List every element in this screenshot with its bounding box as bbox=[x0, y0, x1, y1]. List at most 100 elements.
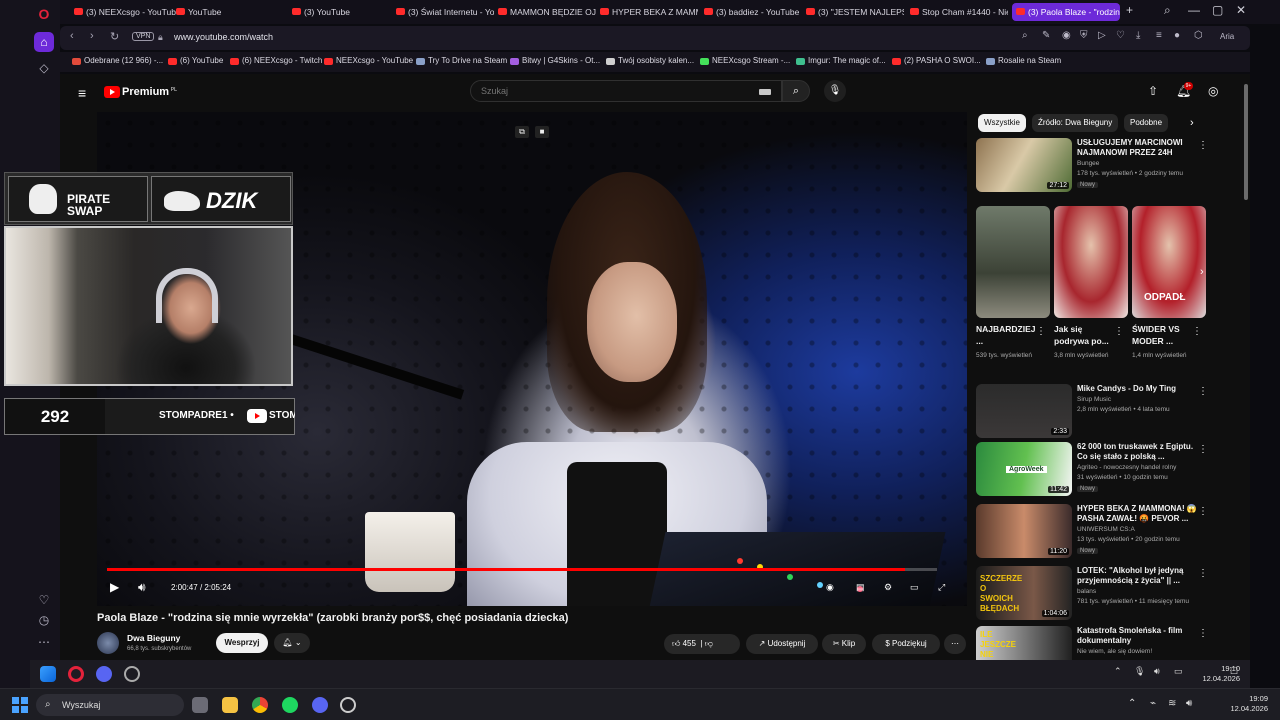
youtube-premium-logo[interactable]: Premium PL bbox=[104, 84, 177, 100]
scrollbar[interactable] bbox=[1244, 84, 1248, 200]
search-tabs-icon[interactable]: ⌕ bbox=[1164, 3, 1171, 18]
tab[interactable]: YouTube bbox=[176, 3, 276, 21]
short-thumbnail[interactable] bbox=[976, 206, 1050, 318]
speaker-icon[interactable]: 🔊︎ bbox=[1186, 698, 1192, 709]
hamburger-menu-icon[interactable]: ≡ bbox=[78, 85, 86, 101]
tray-chevron-icon[interactable]: ⌃ bbox=[1114, 666, 1122, 677]
more-vert-icon[interactable]: ⋮ bbox=[1198, 506, 1208, 517]
video-title[interactable]: USŁUGUJEMY MARCINOWI NAJMANOWI PRZEZ 24H bbox=[1077, 138, 1197, 158]
tab[interactable]: (3) baddiez - YouTube bbox=[704, 3, 802, 21]
list-item[interactable]: 2:33 Mike Candys - Do My Ting Sirup Musi… bbox=[976, 384, 1246, 440]
play-button-icon[interactable]: ▶ bbox=[110, 580, 119, 594]
minimize-icon[interactable]: — bbox=[1188, 3, 1200, 17]
file-explorer-icon[interactable] bbox=[222, 697, 238, 713]
opera-icon[interactable] bbox=[68, 666, 84, 682]
spotify-icon[interactable] bbox=[282, 697, 298, 713]
bookmark[interactable]: (6) YouTube bbox=[168, 56, 223, 65]
keyboard-icon[interactable] bbox=[759, 89, 771, 95]
profile-icon[interactable]: ● bbox=[1174, 30, 1180, 41]
history-icon[interactable]: ◷ bbox=[34, 610, 54, 630]
video-title[interactable]: LOTEK: "Alkohol był jedyną przyjemnością… bbox=[1077, 566, 1197, 586]
windows-start-icon[interactable] bbox=[12, 697, 28, 713]
chevron-right-icon[interactable]: › bbox=[1190, 117, 1194, 129]
tab-active[interactable]: (3) Paola Blaze - "rodzina bbox=[1012, 3, 1120, 21]
chrome-icon[interactable] bbox=[252, 697, 268, 713]
discord-icon[interactable] bbox=[96, 666, 112, 682]
reload-icon[interactable]: ↻ bbox=[110, 30, 119, 43]
search-button[interactable]: ⌕ bbox=[782, 80, 810, 102]
short-title[interactable]: Jak się podrywa po... bbox=[1054, 323, 1114, 347]
opera-logo-icon[interactable]: O bbox=[34, 4, 54, 24]
video-thumbnail[interactable]: 11:20 bbox=[976, 504, 1072, 558]
bookmark[interactable]: NEEXcsgo Stream -... bbox=[700, 56, 790, 65]
bookmark[interactable]: Try To Drive na Steam bbox=[416, 56, 507, 65]
bookmark[interactable]: (2) PASHA O SWOI... bbox=[892, 56, 981, 65]
search-icon[interactable]: ⌕ bbox=[1022, 30, 1028, 41]
autoplay-toggle-icon[interactable]: ◉ bbox=[826, 582, 834, 593]
speaker-icon[interactable]: 🔊︎ bbox=[1154, 666, 1160, 677]
video-thumbnail[interactable]: SZCZERZE O SWOICH BŁĘDACH 1:04:06 bbox=[976, 566, 1072, 620]
notifications-icon[interactable]: ☐ bbox=[1230, 666, 1238, 677]
chevron-right-icon[interactable]: › bbox=[1200, 266, 1204, 278]
channel-name[interactable]: Agriteo - nowoczesny handel rolny bbox=[1077, 464, 1176, 471]
upload-icon[interactable]: ⇧ bbox=[1148, 84, 1158, 98]
thanks-button[interactable]: $ Podziękuj bbox=[872, 634, 940, 654]
miniplayer-icon[interactable]: ⧉ bbox=[515, 126, 529, 138]
clock[interactable]: 19:09 12.04.2026 bbox=[1204, 694, 1268, 714]
tab[interactable]: Stop Cham #1440 - Niel bbox=[910, 3, 1008, 21]
camera-icon[interactable]: ◉ bbox=[1062, 30, 1071, 41]
share-button[interactable]: ↗ Udostępnij bbox=[746, 634, 818, 654]
heart-icon[interactable]: ♡ bbox=[34, 590, 54, 610]
chip-related[interactable]: Podobne bbox=[1124, 114, 1169, 132]
channel-name[interactable]: Dwa Bieguny bbox=[127, 633, 180, 643]
extensions-icon[interactable]: ⬡ bbox=[1194, 30, 1203, 41]
bookmark[interactable]: Odebrane (12 966) -... bbox=[72, 56, 163, 65]
windows-start-icon[interactable] bbox=[40, 666, 56, 682]
channel-name[interactable]: Nie wiem, ale się dowiem! bbox=[1077, 648, 1152, 655]
bookmark[interactable]: Bitwy | G4Skins - Ot... bbox=[510, 56, 600, 65]
bookmark[interactable]: NEEXcsgo - YouTube bbox=[324, 56, 413, 65]
tray-chevron-icon[interactable]: ⌃ bbox=[1128, 698, 1136, 709]
ai-button[interactable]: Aria bbox=[1220, 32, 1234, 41]
channel-name[interactable]: Bungee bbox=[1077, 160, 1099, 167]
edit-icon[interactable]: ✎ bbox=[1042, 30, 1050, 41]
forward-icon[interactable]: › bbox=[90, 30, 94, 42]
lock-icon[interactable]: 🔒︎ bbox=[158, 32, 163, 43]
theater-mode-icon[interactable]: ▭ bbox=[910, 582, 919, 593]
list-item[interactable]: AgroWeek 11:42 62 000 ton truskawek z Eg… bbox=[976, 442, 1246, 498]
vpn-badge[interactable]: VPN bbox=[132, 32, 155, 41]
clip-button[interactable]: ✂ Klip bbox=[822, 634, 866, 654]
url-field[interactable]: www.youtube.com/watch bbox=[174, 32, 273, 42]
shield-icon[interactable]: ⛨ bbox=[1080, 30, 1088, 41]
chip-source[interactable]: Źródło: Dwa Bieguny bbox=[1032, 114, 1119, 132]
tab[interactable]: (3) NEEXcsgo - YouTube bbox=[74, 3, 176, 21]
channel-name[interactable]: Sirup Music bbox=[1077, 396, 1111, 403]
video-title[interactable]: HYPER BEKA Z MAMMONA! 😱 PASHA ZAWAŁ! 🤬 P… bbox=[1077, 504, 1197, 524]
avatar[interactable]: ◎ bbox=[1208, 84, 1218, 98]
progress-bar[interactable] bbox=[107, 568, 937, 571]
network-icon[interactable]: ⌁ bbox=[1150, 698, 1156, 709]
search-input[interactable] bbox=[481, 86, 741, 96]
bookmark[interactable]: Rosalie na Steam bbox=[986, 56, 1061, 65]
more-vert-icon[interactable]: ⋮ bbox=[1192, 326, 1202, 337]
speed-dial-icon[interactable]: ◇ bbox=[34, 58, 54, 78]
channel-name[interactable]: UNIWERSUM CS:A bbox=[1077, 526, 1135, 533]
wifi-icon[interactable]: ≋ bbox=[1168, 698, 1176, 709]
short-title[interactable]: ŚWIDER VS MODER ... bbox=[1132, 323, 1192, 347]
like-dislike-button[interactable]: 👍︎ 455 | 👎︎ bbox=[664, 634, 740, 654]
play-icon[interactable]: ▷ bbox=[1098, 30, 1106, 41]
bookmark[interactable]: (6) NEEXcsgo - Twitch bbox=[230, 56, 322, 65]
channel-name[interactable]: balans bbox=[1077, 588, 1096, 595]
more-icon[interactable]: ⋯ bbox=[34, 632, 54, 652]
list-item[interactable]: SZCZERZE O SWOICH BŁĘDACH 1:04:06 LOTEK:… bbox=[976, 566, 1246, 622]
short-title[interactable]: NAJBARDZIEJ ... bbox=[976, 323, 1036, 347]
close-icon[interactable]: ✕ bbox=[1236, 3, 1246, 17]
more-vert-icon[interactable]: ⋮ bbox=[1198, 568, 1208, 579]
short-thumbnail[interactable] bbox=[1054, 206, 1128, 318]
more-vert-icon[interactable]: ⋮ bbox=[1198, 628, 1208, 639]
volume-icon[interactable]: 🔊︎ bbox=[138, 580, 146, 595]
short-thumbnail[interactable]: ODPADŁ bbox=[1132, 206, 1206, 318]
notification-bell-button[interactable]: 🔔︎ ⌄ bbox=[274, 633, 310, 653]
voice-search-icon[interactable]: 🎙︎ bbox=[824, 80, 846, 102]
taskbar-search[interactable]: ⌕ Wyszukaj bbox=[36, 694, 184, 716]
